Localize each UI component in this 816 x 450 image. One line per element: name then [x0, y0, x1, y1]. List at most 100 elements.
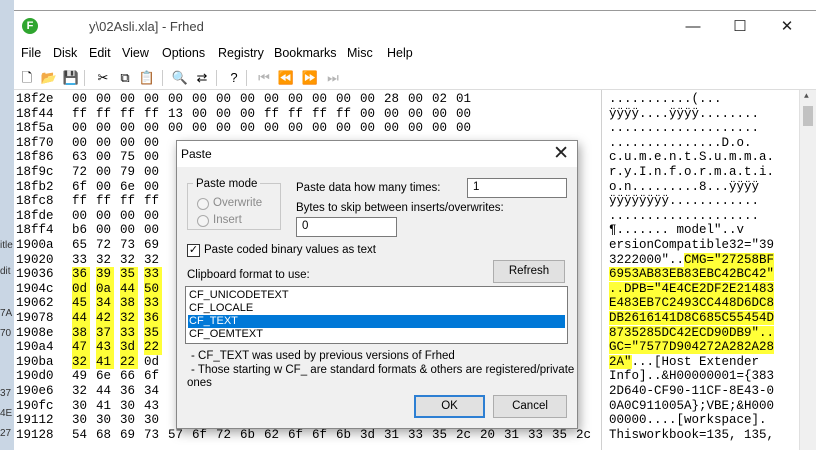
hex-byte[interactable]: ff [144, 107, 162, 122]
menu-options[interactable]: Options [162, 46, 205, 60]
hex-byte[interactable]: 2c [456, 428, 474, 443]
ascii-text[interactable]: 0A0C911005A};VBE;&H000 [609, 399, 774, 414]
hex-byte[interactable]: 00 [144, 223, 162, 238]
ascii-text[interactable]: 2A"...[Host Extender [609, 354, 759, 370]
hex-byte[interactable]: 00 [144, 92, 162, 107]
hex-byte[interactable]: 00 [192, 121, 210, 136]
hex-row[interactable]: 18f44 ff ff ff ff 13 00 00 00 ff ff ff ff 00 00 00 00 00 ÿ… [14, 107, 794, 122]
hex-byte[interactable]: 79 [120, 165, 138, 180]
hex-byte[interactable]: 44 [72, 311, 90, 326]
hex-byte[interactable]: 73 [120, 238, 138, 253]
hex-byte[interactable]: 30 [72, 399, 90, 414]
hex-byte[interactable]: 00 [312, 92, 330, 107]
hex-byte[interactable]: 69 [120, 428, 138, 443]
hex-byte[interactable]: 00 [408, 107, 426, 122]
dialog-close-icon[interactable]: ✕ [553, 142, 569, 165]
new-file-icon[interactable]: 🗋 [18, 69, 36, 87]
hex-byte[interactable]: 36 [72, 267, 90, 282]
close-window-button[interactable]: ✕ [764, 15, 810, 39]
menu-bookmarks[interactable]: Bookmarks [274, 46, 337, 60]
hex-byte[interactable]: 00 [384, 107, 402, 122]
hex-byte[interactable]: 28 [384, 92, 402, 107]
hex-byte[interactable]: 00 [96, 223, 114, 238]
ascii-text[interactable]: ersionCompatible32="39 [609, 238, 774, 253]
hex-byte[interactable]: 0a [96, 281, 114, 297]
hex-byte[interactable]: 00 [456, 121, 474, 136]
ascii-text[interactable]: ÿÿÿÿ....ÿÿÿÿ........ [609, 107, 759, 122]
hex-byte[interactable]: 72 [96, 238, 114, 253]
hex-byte[interactable]: 3d [360, 428, 378, 443]
hex-byte[interactable]: 68 [96, 428, 114, 443]
hex-byte[interactable]: 6f [288, 428, 306, 443]
hex-byte[interactable]: 33 [120, 325, 138, 341]
insert-radio[interactable] [197, 215, 209, 227]
hex-byte[interactable]: 00 [312, 121, 330, 136]
maximize-button[interactable]: ☐ [717, 15, 763, 39]
hex-byte[interactable]: 34 [144, 384, 162, 399]
hex-byte[interactable]: 00 [192, 92, 210, 107]
hex-byte[interactable]: 00 [360, 92, 378, 107]
hex-byte[interactable]: 00 [264, 92, 282, 107]
hex-byte[interactable]: 32 [120, 253, 138, 268]
prev-page-icon[interactable]: ⏪ [277, 69, 295, 87]
ascii-text[interactable]: ¶....... model"..v [609, 223, 744, 238]
refresh-button[interactable]: Refresh [493, 260, 565, 283]
hex-byte[interactable]: 00 [336, 92, 354, 107]
hex-byte[interactable]: 00 [264, 121, 282, 136]
cancel-button[interactable]: Cancel [493, 395, 567, 418]
save-icon[interactable]: 💾 [62, 69, 80, 87]
hex-byte[interactable]: 35 [144, 325, 162, 341]
hex-byte[interactable]: ff [312, 107, 330, 122]
hex-byte[interactable]: 6f [192, 428, 210, 443]
hex-byte[interactable]: 02 [432, 92, 450, 107]
hex-byte[interactable]: ff [72, 194, 90, 209]
hex-byte[interactable]: 00 [120, 209, 138, 224]
hex-byte[interactable]: 00 [72, 92, 90, 107]
ascii-text[interactable]: ...........(... [609, 92, 722, 107]
hex-byte[interactable]: 0d [72, 281, 90, 297]
hex-byte[interactable]: 30 [120, 399, 138, 414]
scroll-up-icon[interactable]: ▲ [804, 92, 809, 101]
hex-byte[interactable]: 2c [576, 428, 594, 443]
paste-icon[interactable]: 📋 [138, 69, 156, 87]
next-page-icon[interactable]: ⏩ [301, 69, 319, 87]
hex-byte[interactable]: 69 [144, 238, 162, 253]
hex-byte[interactable]: 13 [168, 107, 186, 122]
ascii-text[interactable]: E483EB7C2493CC448D6DC8 [609, 296, 775, 311]
hex-byte[interactable]: 65 [72, 238, 90, 253]
hex-byte[interactable]: 00 [144, 150, 162, 165]
hex-byte[interactable]: 35 [120, 267, 138, 282]
ascii-text[interactable]: c.u.m.e.n.t.S.u.m.m.a. [609, 150, 774, 165]
clipboard-format-list[interactable]: CF_UNICODETEXT CF_LOCALE CF_TEXT CF_OEMT… [185, 286, 568, 344]
hex-byte[interactable]: 32 [96, 253, 114, 268]
hex-byte[interactable]: 6f [312, 428, 330, 443]
hex-byte[interactable]: 41 [96, 354, 114, 370]
overwrite-radio[interactable] [197, 198, 209, 210]
hex-byte[interactable]: 00 [72, 209, 90, 224]
skip-bytes-input[interactable]: 0 [296, 217, 397, 237]
format-list-item[interactable]: CF_UNICODETEXT [188, 289, 565, 302]
hex-byte[interactable]: 44 [96, 384, 114, 399]
hex-byte[interactable]: 30 [72, 413, 90, 428]
hex-byte[interactable]: 00 [240, 107, 258, 122]
ascii-text[interactable]: 6953AB83EB83EBC42BC42" [609, 267, 775, 282]
hex-byte[interactable]: 72 [72, 165, 90, 180]
menu-misc[interactable]: Misc [347, 46, 373, 60]
hex-byte[interactable]: 31 [504, 428, 522, 443]
ascii-text[interactable]: GC="7577D904272A282A28 [609, 340, 775, 355]
ascii-text[interactable]: Info]..&H00000001={383 [609, 369, 774, 384]
paste-count-input[interactable]: 1 [467, 178, 567, 198]
hex-byte[interactable]: 00 [216, 107, 234, 122]
hex-byte[interactable]: 32 [72, 354, 90, 370]
hex-byte[interactable]: 00 [168, 92, 186, 107]
hex-byte[interactable]: 00 [216, 92, 234, 107]
hex-byte[interactable]: ff [264, 107, 282, 122]
hex-byte[interactable]: 57 [168, 428, 186, 443]
ascii-text[interactable]: .................... [609, 121, 759, 136]
hex-byte[interactable]: 63 [72, 150, 90, 165]
hex-byte[interactable]: 00 [288, 92, 306, 107]
hex-byte[interactable]: ff [336, 107, 354, 122]
hex-byte[interactable]: 49 [72, 369, 90, 384]
menu-view[interactable]: View [122, 46, 149, 60]
hex-row[interactable]: 18f2e 00 00 00 00 00 00 00 00 00 00 00 00 00 28 00 02 01.… [14, 92, 794, 107]
